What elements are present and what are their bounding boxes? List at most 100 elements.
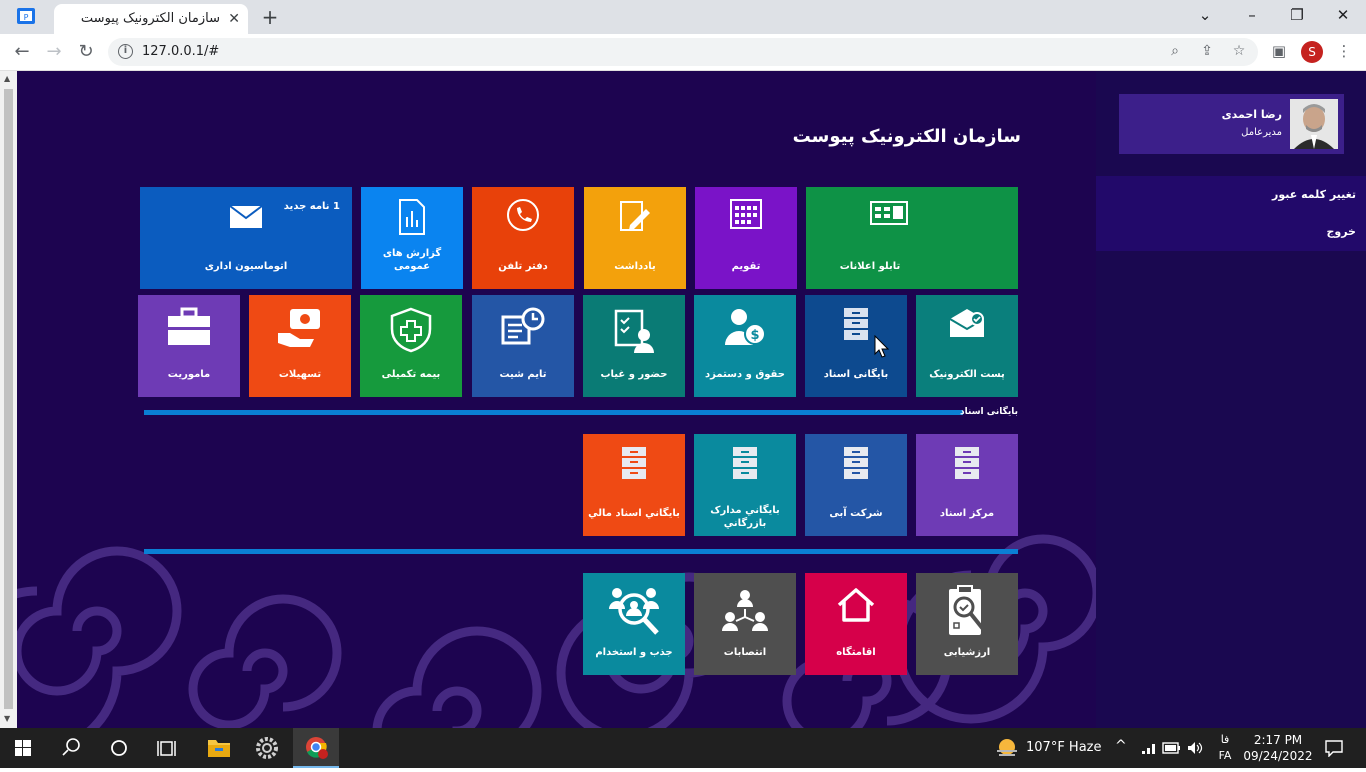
clock-date: 09/24/2022: [1243, 749, 1313, 763]
weather-text[interactable]: 107°F Haze: [1026, 740, 1102, 755]
tile-label: حقوق و دستمزد: [705, 369, 785, 380]
envelope-icon: [229, 205, 263, 228]
chrome-icon: [306, 737, 328, 759]
start-button[interactable]: [0, 728, 46, 768]
page-title: سازمان الکترونیک پیوست: [792, 126, 1021, 147]
file-explorer-button[interactable]: [196, 728, 242, 768]
tile-label: تایم شیت: [499, 369, 547, 380]
email-icon: [949, 309, 985, 337]
search-button[interactable]: [48, 728, 94, 768]
close-window-icon[interactable]: ✕: [1328, 6, 1358, 24]
tile-salary[interactable]: $ حقوق و دستمزد: [694, 295, 796, 397]
new-tab-icon[interactable]: +: [258, 5, 282, 29]
network-icon[interactable]: [1140, 740, 1158, 756]
tile-label: تقویم: [731, 261, 761, 272]
task-view-icon: [157, 741, 176, 756]
tile-recruitment[interactable]: جذب و استخدام: [583, 573, 685, 675]
note-icon: [620, 201, 650, 231]
tile-general-reports[interactable]: گزارش های عمومی: [361, 187, 463, 289]
recruit-icon: [609, 588, 659, 635]
clock[interactable]: 2:17 PM 09/24/2022: [1243, 732, 1313, 764]
battery-icon[interactable]: [1162, 741, 1182, 755]
cortana-icon: [111, 740, 127, 756]
cortana-button[interactable]: [96, 728, 142, 768]
tile-phonebook[interactable]: دفتر تلفن: [472, 187, 574, 289]
zoom-icon[interactable]: ⌕: [1165, 43, 1185, 59]
notification-icon[interactable]: [1324, 739, 1344, 757]
browser-tab[interactable]: سازمان الکترونیک پیوست ✕: [54, 4, 248, 34]
tab-title: سازمان الکترونیک پیوست: [80, 11, 220, 26]
tile-label: تابلو اعلانات: [839, 261, 901, 272]
share-icon[interactable]: ⇪: [1197, 43, 1217, 59]
task-view-button[interactable]: [144, 728, 190, 768]
tile-office-automation[interactable]: 1 نامه جدید اتوماسیون اداری: [140, 187, 352, 289]
tile-label: حضور و غیاب: [600, 369, 668, 380]
volume-icon[interactable]: [1186, 740, 1204, 756]
menu-change-password[interactable]: تغییر کلمه عبور: [1272, 188, 1356, 201]
restore-icon[interactable]: ❐: [1282, 6, 1312, 24]
tile-blue-company[interactable]: شرکت آبی: [805, 434, 907, 536]
org-icon: [722, 590, 768, 631]
tile-financial-archive[interactable]: بايگاني اسناد مالي: [583, 434, 685, 536]
menu-kebab-icon[interactable]: ⋮: [1334, 42, 1354, 60]
home-icon: [837, 588, 875, 622]
cabinet-icon: [844, 308, 868, 340]
reload-icon[interactable]: ↻: [74, 41, 98, 62]
chrome-taskbar-button[interactable]: [293, 728, 339, 768]
tile-evaluation[interactable]: ارزشیابی: [916, 573, 1018, 675]
side-panel-icon[interactable]: ▣: [1269, 42, 1289, 60]
tile-label: اتوماسیون اداری: [204, 261, 288, 272]
browser-toolbar: ← → ↻ i 127.0.0.1/# ⌕ ⇪ ☆ ▣ S ⋮: [0, 34, 1366, 71]
tile-document-center[interactable]: مرکز اسناد: [916, 434, 1018, 536]
forward-icon[interactable]: →: [42, 41, 66, 62]
bookmark-star-icon[interactable]: ☆: [1229, 43, 1249, 59]
tile-notes[interactable]: یادداشت: [584, 187, 686, 289]
tile-email[interactable]: پست الکترونیک: [916, 295, 1018, 397]
tile-label: انتصابات: [723, 647, 767, 658]
tile-residence[interactable]: اقامتگاه: [805, 573, 907, 675]
tile-attendance[interactable]: حضور و غیاب: [583, 295, 685, 397]
tile-calendar[interactable]: تقویم: [695, 187, 797, 289]
search-icon: [62, 738, 80, 756]
site-info-icon[interactable]: i: [118, 44, 133, 59]
address-bar[interactable]: i 127.0.0.1/# ⌕ ⇪ ☆: [108, 38, 1258, 66]
evaluation-icon: [949, 585, 985, 635]
windows-icon: [15, 740, 31, 756]
tab-close-icon[interactable]: ✕: [228, 11, 240, 27]
gear-icon: [256, 737, 278, 759]
menu-logout[interactable]: خروج: [1326, 225, 1356, 238]
url-text[interactable]: 127.0.0.1/#: [142, 44, 219, 59]
section-divider: [144, 410, 963, 415]
tile-document-archive[interactable]: بایگانی اسناد: [805, 295, 907, 397]
svg-text:P: P: [24, 13, 29, 22]
tile-mission[interactable]: ماموریت: [138, 295, 240, 397]
page-viewport: ▲ ▼ سازمان الکترونیک پیوست 1 نامه جدید ا…: [0, 71, 1366, 728]
profile-avatar[interactable]: S: [1301, 41, 1323, 63]
tile-label: تسهیلات: [278, 369, 322, 380]
avatar: [1290, 99, 1338, 149]
minimize-icon[interactable]: –: [1237, 6, 1267, 24]
salary-icon: $: [725, 309, 766, 345]
tile-appointments[interactable]: انتصابات: [694, 573, 796, 675]
tile-timesheet[interactable]: تایم شیت: [472, 295, 574, 397]
input-language[interactable]: فا FA: [1213, 732, 1237, 764]
scroll-down-icon[interactable]: ▼: [4, 714, 10, 723]
settings-app-button[interactable]: [244, 728, 290, 768]
tile-commercial-archive[interactable]: بايگاني مدارک بازرگاني: [694, 434, 796, 536]
tile-facilities[interactable]: تسهیلات: [249, 295, 351, 397]
tile-insurance[interactable]: بیمه تکمیلی: [360, 295, 462, 397]
tab-search-icon[interactable]: ⌄: [1190, 6, 1220, 24]
back-icon[interactable]: ←: [10, 41, 34, 62]
tile-label: پست الکترونیک: [929, 369, 1005, 380]
section-label: بایگانی اسناد: [960, 407, 1018, 417]
timesheet-icon: [501, 307, 545, 345]
scroll-up-icon[interactable]: ▲: [4, 74, 10, 83]
taskbar: 107°F Haze ^ فا FA 2:17 PM 09/24/2022: [0, 728, 1366, 768]
tile-noticeboard[interactable]: تابلو اعلانات: [806, 187, 1018, 289]
tile-label: ماموریت: [167, 369, 211, 380]
scroll-thumb[interactable]: [4, 89, 13, 709]
show-hidden-icons-icon[interactable]: ^: [1115, 738, 1127, 754]
tile-label: مرکز اسناد: [939, 508, 995, 519]
vertical-scrollbar[interactable]: ▲ ▼: [0, 71, 17, 728]
sidebar-menu: تغییر کلمه عبور خروج: [1096, 176, 1366, 251]
